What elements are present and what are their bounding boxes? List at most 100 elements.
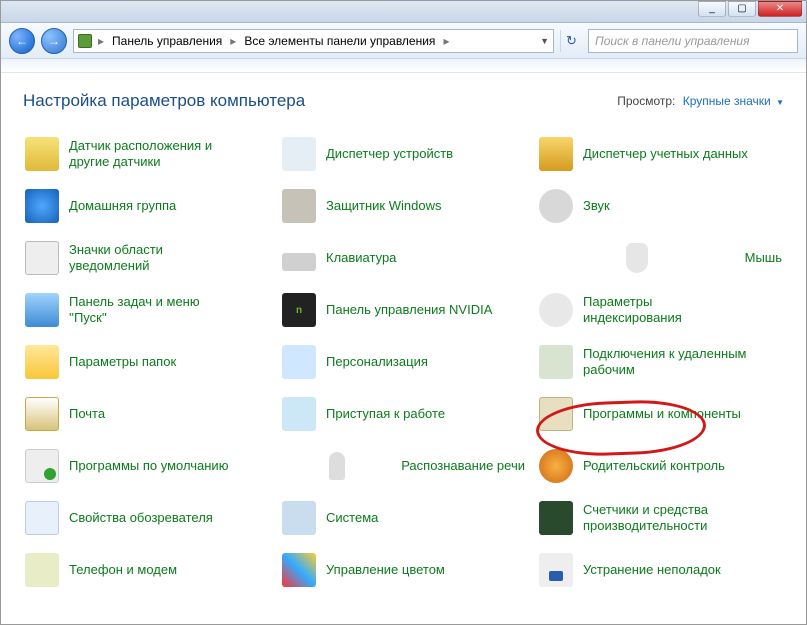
chevron-down-icon: ▼	[776, 98, 784, 107]
speech-icon	[329, 452, 345, 480]
index-icon	[539, 293, 573, 327]
item-label: Система	[326, 510, 378, 526]
item-label: Программы и компоненты	[583, 406, 741, 422]
mouse-icon	[626, 243, 648, 273]
prog-icon	[539, 397, 573, 431]
chevron-right-icon: ▸	[226, 34, 240, 48]
defend-icon	[282, 189, 316, 223]
search-placeholder: Поиск в панели управления	[595, 34, 750, 48]
trouble-icon	[539, 553, 573, 587]
chevron-down-icon[interactable]: ▼	[538, 36, 549, 46]
items-grid: Датчик расположения и другие датчики Дисп…	[23, 135, 784, 589]
forward-button[interactable]: →	[41, 28, 67, 54]
control-panel-item[interactable]: Телефон и модем	[23, 551, 270, 589]
item-label: Родительский контроль	[583, 458, 725, 474]
refresh-button[interactable]: ↻	[560, 30, 582, 52]
item-label: Значки области уведомлений	[69, 242, 239, 273]
item-label: Распознавание речи	[401, 458, 525, 474]
maximize-button[interactable]: ▢	[728, 1, 756, 17]
sound-icon	[539, 189, 573, 223]
address-icon	[78, 34, 92, 48]
view-value: Крупные значки	[683, 94, 771, 108]
task-icon	[25, 293, 59, 327]
view-selector[interactable]: Просмотр: Крупные значки ▼	[617, 94, 784, 108]
ieopts-icon	[25, 501, 59, 535]
control-panel-item[interactable]: Клавиатура	[280, 239, 527, 277]
control-panel-item[interactable]: Диспетчер устройств	[280, 135, 527, 173]
toolbar-divider	[1, 59, 806, 73]
control-panel-item[interactable]: nПанель управления NVIDIA	[280, 291, 527, 329]
control-panel-item[interactable]: Родительский контроль	[537, 447, 784, 485]
close-button[interactable]: ✕	[758, 1, 802, 17]
control-panel-item[interactable]: Счетчики и средства производительности	[537, 499, 784, 537]
control-panel-item[interactable]: Мышь	[537, 239, 784, 277]
breadcrumb[interactable]: Все элементы панели управления	[242, 33, 437, 49]
address-bar[interactable]: ▸ Панель управления ▸ Все элементы панел…	[73, 29, 554, 53]
start-icon	[282, 397, 316, 431]
person-icon	[282, 345, 316, 379]
control-panel-item[interactable]: Датчик расположения и другие датчики	[23, 135, 270, 173]
chevron-right-icon: ▸	[439, 34, 453, 48]
minimize-button[interactable]: _	[698, 1, 726, 17]
item-label: Управление цветом	[326, 562, 445, 578]
home-icon	[25, 189, 59, 223]
item-label: Почта	[69, 406, 105, 422]
view-label: Просмотр:	[617, 94, 675, 108]
header-row: Настройка параметров компьютера Просмотр…	[23, 91, 784, 111]
item-label: Программы по умолчанию	[69, 458, 228, 474]
search-input[interactable]: Поиск в панели управления	[588, 29, 798, 53]
control-panel-item[interactable]: Домашняя группа	[23, 187, 270, 225]
item-label: Параметры папок	[69, 354, 176, 370]
item-label: Диспетчер устройств	[326, 146, 453, 162]
control-panel-item[interactable]: Почта	[23, 395, 270, 433]
control-panel-item[interactable]: Параметры индексирования	[537, 291, 784, 329]
control-panel-item[interactable]: Программы и компоненты	[537, 395, 784, 433]
control-panel-item[interactable]: Устранение неполадок	[537, 551, 784, 589]
control-panel-item[interactable]: Управление цветом	[280, 551, 527, 589]
control-panel-item[interactable]: Значки области уведомлений	[23, 239, 270, 277]
item-label: Звук	[583, 198, 610, 214]
control-panel-item[interactable]: Защитник Windows	[280, 187, 527, 225]
notif-icon	[25, 241, 59, 275]
chevron-right-icon: ▸	[94, 34, 108, 48]
control-panel-item[interactable]: Распознавание речи	[280, 447, 527, 485]
item-label: Защитник Windows	[326, 198, 441, 214]
item-label: Мышь	[745, 250, 782, 266]
control-panel-item[interactable]: Программы по умолчанию	[23, 447, 270, 485]
phone-icon	[25, 553, 59, 587]
control-panel-item[interactable]: Звук	[537, 187, 784, 225]
control-panel-item[interactable]: Панель задач и меню ''Пуск''	[23, 291, 270, 329]
control-panel-item[interactable]: Диспетчер учетных данных	[537, 135, 784, 173]
back-button[interactable]: ←	[9, 28, 35, 54]
titlebar: _ ▢ ✕	[1, 1, 806, 23]
control-panel-item[interactable]: Подключения к удаленным рабочим	[537, 343, 784, 381]
item-label: Счетчики и средства производительности	[583, 502, 753, 533]
control-panel-item[interactable]: Свойства обозревателя	[23, 499, 270, 537]
cred-icon	[539, 137, 573, 171]
control-panel-item[interactable]: Система	[280, 499, 527, 537]
parent-icon	[539, 449, 573, 483]
control-panel-item[interactable]: Приступая к работе	[280, 395, 527, 433]
control-panel-item[interactable]: Персонализация	[280, 343, 527, 381]
item-label: Персонализация	[326, 354, 428, 370]
sensor-icon	[25, 137, 59, 171]
item-label: Домашняя группа	[69, 198, 176, 214]
mail-icon	[25, 397, 59, 431]
default-icon	[25, 449, 59, 483]
item-label: Устранение неполадок	[583, 562, 721, 578]
item-label: Свойства обозревателя	[69, 510, 213, 526]
system-icon	[282, 501, 316, 535]
page-title: Настройка параметров компьютера	[23, 91, 305, 111]
item-label: Диспетчер учетных данных	[583, 146, 748, 162]
nvidia-icon: n	[282, 293, 316, 327]
item-label: Подключения к удаленным рабочим	[583, 346, 753, 377]
item-label: Параметры индексирования	[583, 294, 753, 325]
control-panel-item[interactable]: Параметры папок	[23, 343, 270, 381]
item-label: Датчик расположения и другие датчики	[69, 138, 239, 169]
content-area: Настройка параметров компьютера Просмотр…	[1, 73, 806, 599]
item-label: Телефон и модем	[69, 562, 177, 578]
navbar: ← → ▸ Панель управления ▸ Все элементы п…	[1, 23, 806, 59]
device-icon	[282, 137, 316, 171]
color-icon	[282, 553, 316, 587]
breadcrumb[interactable]: Панель управления	[110, 33, 224, 49]
